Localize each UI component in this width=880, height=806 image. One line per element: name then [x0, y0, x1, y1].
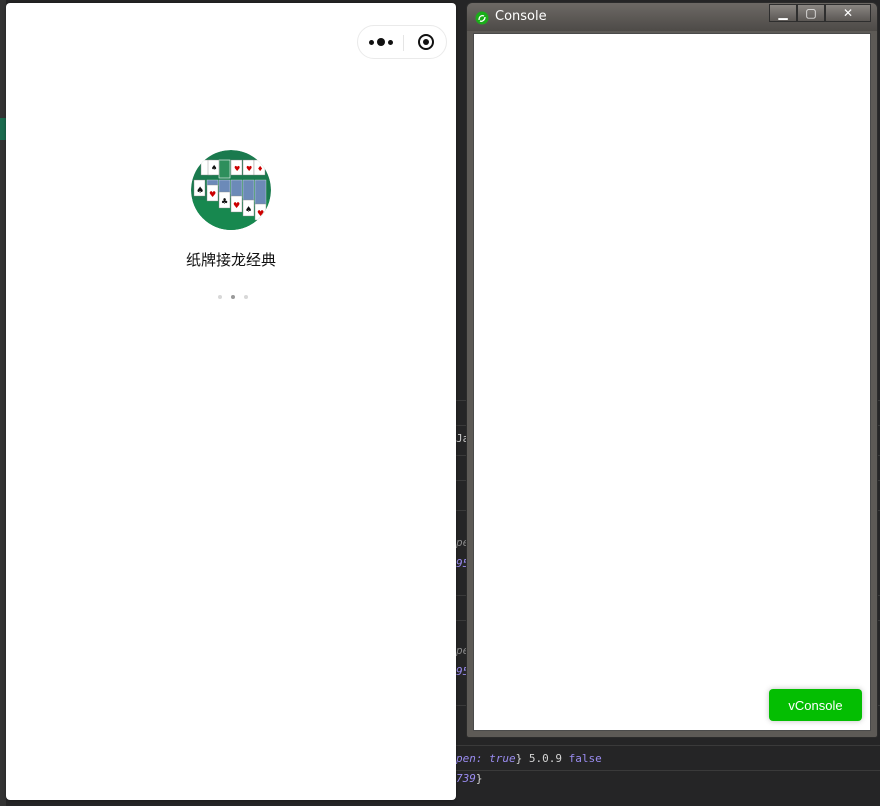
- svg-text:♣: ♣: [221, 197, 228, 206]
- minimize-icon: ▁: [778, 6, 788, 20]
- minimize-button[interactable]: ▁: [769, 4, 797, 22]
- window-titlebar[interactable]: Console ▁ ▢ ✕: [467, 3, 877, 31]
- ide-divider: [456, 745, 880, 746]
- ide-log-value: 739: [456, 772, 476, 785]
- svg-text:♥: ♥: [234, 165, 240, 173]
- vconsole-button[interactable]: vConsole: [769, 689, 862, 721]
- svg-text:♠: ♠: [211, 164, 217, 172]
- ide-log-bool: false: [568, 752, 602, 765]
- app-name: 纸牌接龙经典: [185, 251, 276, 269]
- loading-indicator: [218, 294, 248, 300]
- svg-text:♠: ♠: [196, 186, 204, 196]
- svg-text:♦: ♦: [257, 165, 263, 173]
- ide-divider: [456, 770, 880, 771]
- console-content: vConsole: [473, 33, 871, 731]
- simulator-screen: ♠ ♥ ♥ ♦ ♠ ♥ ♣ ♥ ♠ ♥ 纸牌接龙经典: [6, 3, 456, 800]
- window-title: Console: [495, 9, 547, 24]
- close-window-button[interactable]: ✕: [825, 4, 871, 22]
- target-close-icon: [417, 34, 434, 50]
- loading-dot: [244, 295, 248, 299]
- ide-log-line: pen: true} 5.0.9 false: [456, 752, 602, 765]
- more-dots-icon: [367, 38, 394, 46]
- wechat-devtools-icon: [475, 10, 489, 25]
- ide-log-value: true: [489, 752, 516, 765]
- ide-log-text: }: [475, 772, 483, 785]
- mini-program-capsule: [357, 25, 447, 59]
- solitaire-cards-icon: ♠ ♥ ♥ ♦ ♠ ♥ ♣ ♥ ♠ ♥: [191, 150, 271, 230]
- maximize-icon: ▢: [805, 6, 817, 20]
- more-button[interactable]: [358, 26, 403, 58]
- ide-log-text: } 5.0.9: [515, 752, 569, 765]
- close-button[interactable]: [404, 26, 447, 58]
- svg-text:♥: ♥: [246, 165, 252, 173]
- ide-log-line: 739}: [456, 772, 483, 785]
- close-icon: ✕: [842, 6, 854, 20]
- svg-text:♥: ♥: [233, 201, 240, 210]
- maximize-button[interactable]: ▢: [797, 4, 825, 22]
- ide-log-key: pen:: [456, 752, 490, 765]
- svg-text:♠: ♠: [245, 205, 252, 214]
- console-window: Console ▁ ▢ ✕ vConsole: [466, 2, 878, 738]
- loading-dot: [231, 295, 235, 299]
- window-controls: ▁ ▢ ✕: [769, 4, 871, 24]
- svg-text:♥: ♥: [209, 190, 216, 199]
- svg-text:♥: ♥: [257, 209, 264, 218]
- loading-dot: [218, 295, 222, 299]
